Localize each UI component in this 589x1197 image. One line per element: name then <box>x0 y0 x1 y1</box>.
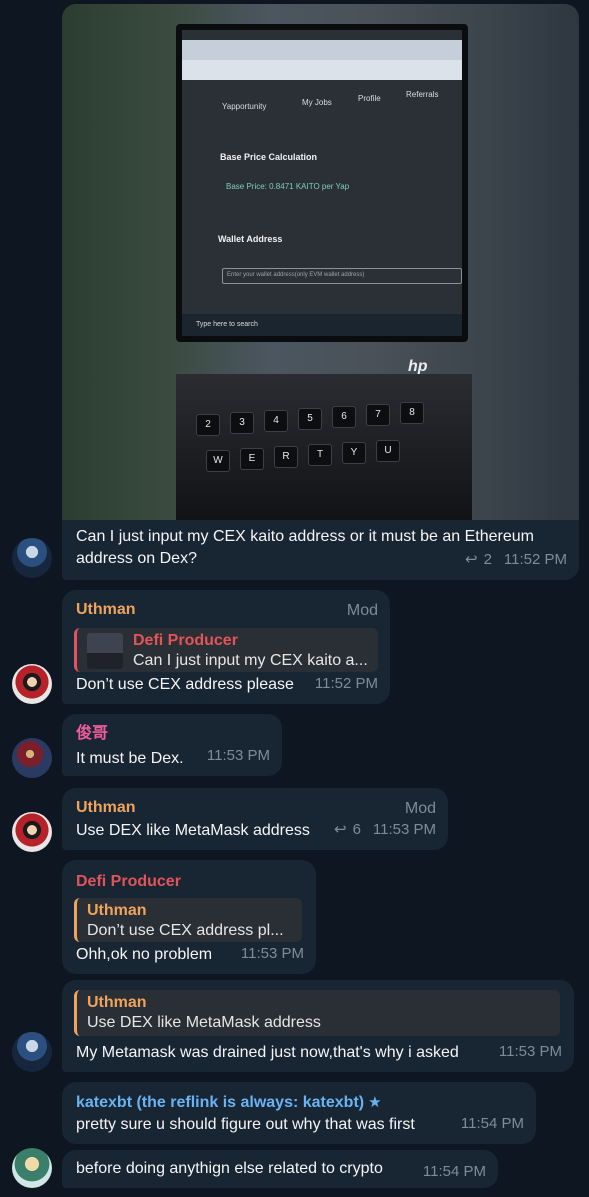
screen-heading: Base Price Calculation <box>220 152 318 162</box>
message-text: before doing anythign else related to cr… <box>76 1160 383 1177</box>
message-bubble[interactable]: Defi Producer Uthman Don’t use CEX addre… <box>62 860 316 974</box>
browser-address-bar <box>182 60 462 80</box>
message-time: 11:53 PM <box>498 1043 562 1060</box>
message-meta: ↩ 6 11:53 PM <box>334 819 436 841</box>
browser-tabstrip <box>182 40 462 60</box>
sender-name[interactable]: 俊哥 <box>76 724 108 744</box>
sender-name[interactable]: Uthman <box>76 600 136 620</box>
screen-nav-myjobs: My Jobs <box>302 98 332 107</box>
quote-name: Uthman <box>87 994 147 1011</box>
sender-name[interactable]: Uthman <box>76 798 136 818</box>
key: 2 <box>196 414 220 436</box>
quote-text: Don’t use CEX address pl... <box>87 922 284 939</box>
avatar[interactable] <box>12 738 52 778</box>
quote-thumbnail <box>87 633 123 669</box>
screen-input-placeholder: Enter your wallet address(only EVM walle… <box>227 272 365 278</box>
sender-name[interactable]: Defi Producer <box>76 872 181 892</box>
reply-count[interactable]: 2 <box>484 549 492 571</box>
sender-row: katexbt (the reflink is always: katexbt)… <box>76 1092 382 1114</box>
reply-quote[interactable]: Uthman Don’t use CEX address pl... <box>74 898 302 942</box>
message-time: 11:52 PM <box>503 551 567 568</box>
message-time: 11:53 PM <box>372 821 436 838</box>
key: W <box>206 450 230 472</box>
message-time: 11:52 PM <box>314 675 378 692</box>
quote-text: Can I just input my CEX kaito a... <box>133 652 368 669</box>
message-bubble[interactable]: Uthman Mod Defi Producer Can I just inpu… <box>62 590 390 704</box>
message-meta: ↩ 2 11:52 PM <box>465 549 567 571</box>
avatar[interactable] <box>12 1032 52 1072</box>
screen-nav-yapportunity: Yapportunity <box>222 102 267 111</box>
message-text: Don’t use CEX address please <box>76 676 294 693</box>
message-text: pretty sure u should figure out why that… <box>76 1116 415 1133</box>
reply-arrow-icon[interactable]: ↩ <box>334 819 347 841</box>
laptop-keyboard: 2 3 4 5 6 7 8 W E R T Y U <box>176 374 472 520</box>
screen-wallet-input: Enter your wallet address(only EVM walle… <box>222 268 462 284</box>
message-time: 11:53 PM <box>240 945 304 962</box>
reply-quote[interactable]: Uthman Use DEX like MetaMask address <box>74 990 560 1036</box>
key: E <box>240 448 264 470</box>
key: 5 <box>298 408 322 430</box>
message-bubble[interactable]: before doing anythign else related to cr… <box>62 1150 498 1188</box>
laptop-screen: Yapportunity My Jobs Profile Referrals B… <box>176 24 468 342</box>
message-meta: 11:53 PM <box>241 943 304 965</box>
key: Y <box>342 442 366 464</box>
premium-star-icon: ★ <box>368 1094 382 1111</box>
reply-count[interactable]: 6 <box>353 819 361 841</box>
message-time: 11:54 PM <box>460 1115 524 1132</box>
quote-text: Use DEX like MetaMask address <box>87 1014 321 1031</box>
message-meta: 11:53 PM <box>207 745 270 767</box>
message-text: Ohh,ok no problem <box>76 946 213 963</box>
key: 4 <box>264 410 288 432</box>
reply-arrow-icon[interactable]: ↩ <box>465 549 478 571</box>
screen-nav-profile: Profile <box>358 94 381 103</box>
sender-name[interactable]: katexbt (the reflink is always: katexbt) <box>76 1093 364 1113</box>
role-badge: Mod <box>404 800 436 817</box>
message-bubble[interactable]: Uthman Mod Use DEX like MetaMask address… <box>62 788 448 850</box>
message-meta: 11:53 PM <box>499 1041 562 1063</box>
message-text: It must be Dex. <box>76 750 184 767</box>
key: U <box>376 440 400 462</box>
message-bubble[interactable]: katexbt (the reflink is always: katexbt)… <box>62 1082 536 1144</box>
role-badge: Mod <box>346 602 378 619</box>
screen-base-price: Base Price: 0.8471 KAITO per Yap <box>226 182 350 191</box>
message-bubble[interactable]: Uthman Use DEX like MetaMask address My … <box>62 980 574 1072</box>
key: 3 <box>230 412 254 434</box>
reply-quote[interactable]: Defi Producer Can I just input my CEX ka… <box>74 628 378 672</box>
key: 8 <box>400 402 424 424</box>
avatar[interactable] <box>12 538 52 578</box>
quote-name: Uthman <box>87 902 147 919</box>
screen-wallet-label: Wallet Address <box>218 234 283 244</box>
key: T <box>308 444 332 466</box>
key: 7 <box>366 404 390 426</box>
message-meta: 11:54 PM <box>423 1161 486 1183</box>
message-bubble[interactable]: 俊哥 It must be Dex. 11:53 PM <box>62 714 282 776</box>
key: 6 <box>332 406 356 428</box>
message-text: Use DEX like MetaMask address <box>76 822 310 839</box>
taskbar-search: Type here to search <box>196 321 258 328</box>
message-time: 11:54 PM <box>422 1163 486 1180</box>
message-meta: 11:54 PM <box>461 1113 524 1135</box>
windows-taskbar: Type here to search <box>182 314 462 336</box>
avatar[interactable] <box>12 1148 52 1188</box>
message-time: 11:53 PM <box>206 747 270 764</box>
message-text: My Metamask was drained just now,that's … <box>76 1044 459 1061</box>
message-bubble[interactable]: Can I just input my CEX kaito address or… <box>62 520 579 580</box>
avatar[interactable] <box>12 664 52 704</box>
screen-nav-referrals: Referrals <box>406 90 439 99</box>
quote-name: Defi Producer <box>133 632 238 649</box>
message-meta: 11:52 PM <box>315 673 378 695</box>
avatar[interactable] <box>12 812 52 852</box>
key: R <box>274 446 298 468</box>
message-photo[interactable]: Yapportunity My Jobs Profile Referrals B… <box>62 4 579 520</box>
